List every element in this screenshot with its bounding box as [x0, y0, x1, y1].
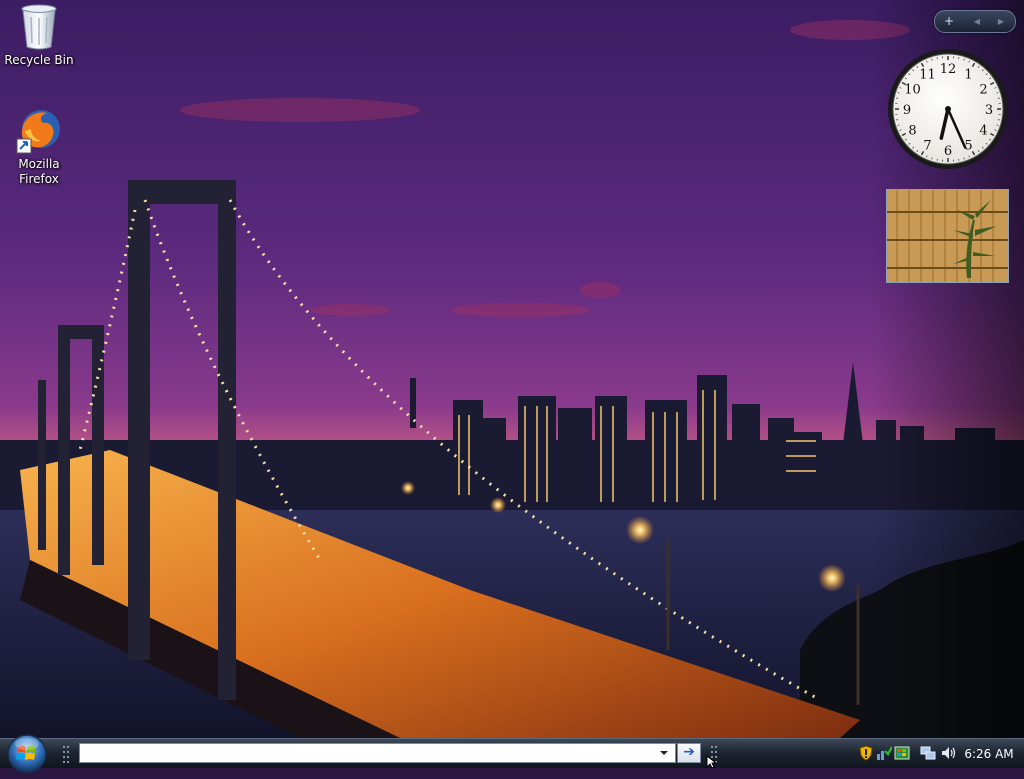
clock-numeral: 1	[964, 68, 972, 83]
desktop-icon-recycle-bin[interactable]: Recycle Bin	[1, 3, 77, 68]
windows-update-icon[interactable]	[894, 745, 910, 761]
clock-numeral: 3	[985, 103, 993, 118]
analog-clock-face: 121234567891011	[886, 47, 1010, 171]
network-status-icon[interactable]	[876, 745, 892, 761]
clock-numeral: 4	[979, 124, 987, 139]
recycle-bin-label: Recycle Bin	[1, 53, 77, 68]
recycle-bin-icon	[19, 3, 59, 51]
network-icon[interactable]	[920, 745, 936, 761]
slideshow-gadget[interactable]	[886, 189, 1009, 283]
sidebar-controls: + ◀ ▶	[934, 10, 1016, 33]
clock-numeral: 12	[940, 62, 957, 77]
desktop-wallpaper	[0, 0, 1024, 738]
chevron-down-icon	[659, 748, 669, 758]
clock-numeral: 2	[979, 83, 987, 98]
security-shield-icon[interactable]	[858, 745, 874, 761]
clock-numeral: 6	[944, 144, 952, 159]
clock-numeral: 8	[908, 124, 916, 139]
clock-numeral: 10	[904, 83, 921, 98]
start-button[interactable]	[6, 733, 48, 775]
mouse-pointer-icon	[706, 755, 718, 769]
go-button[interactable]: ➔	[677, 743, 701, 763]
toolbar-grip[interactable]	[62, 745, 70, 763]
arrow-right-icon: ➔	[683, 744, 695, 760]
taskbar-clock[interactable]: 6:26 AM	[958, 744, 1020, 764]
desktop-icon-firefox[interactable]: Mozilla Firefox	[1, 107, 77, 187]
address-input[interactable]	[80, 744, 655, 762]
notification-area: 6:26 AM	[852, 741, 1024, 767]
volume-icon[interactable]	[940, 745, 956, 761]
add-gadget-button[interactable]: +	[937, 11, 961, 32]
wallpaper-image	[0, 0, 1024, 738]
firefox-icon	[15, 107, 63, 155]
address-toolbar	[79, 743, 676, 763]
windows-orb-icon	[6, 733, 48, 775]
clock-numeral: 11	[919, 68, 936, 83]
previous-gadget-button[interactable]: ◀	[965, 11, 989, 32]
address-dropdown-button[interactable]	[655, 744, 673, 762]
bamboo-plant-photo	[887, 190, 1008, 282]
next-gadget-button[interactable]: ▶	[989, 11, 1013, 32]
clock-numeral: 7	[923, 139, 931, 154]
firefox-label: Mozilla Firefox	[11, 157, 67, 187]
clock-numeral: 9	[903, 103, 911, 118]
taskbar: ➔ 6:26 AM	[0, 738, 1024, 768]
clock-gadget[interactable]: 121234567891011	[886, 47, 1010, 171]
